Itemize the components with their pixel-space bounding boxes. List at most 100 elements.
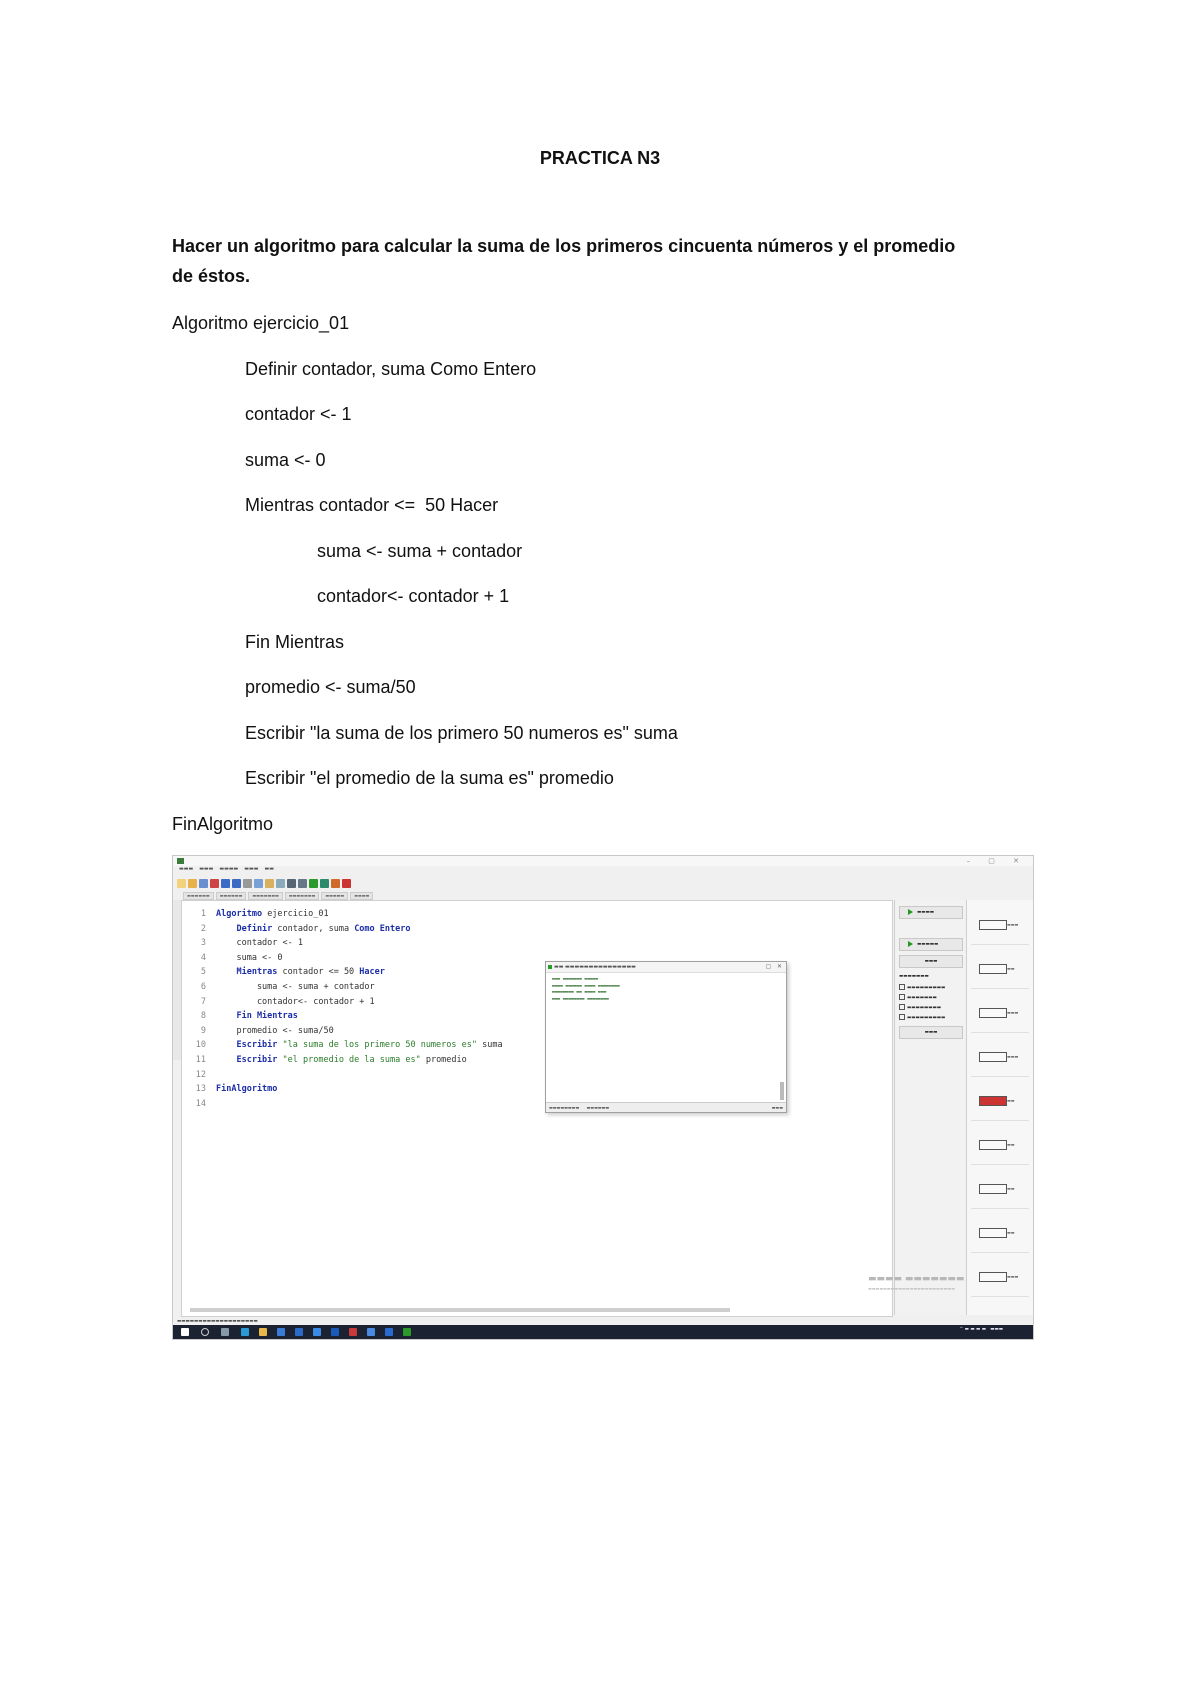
replace-icon — [298, 878, 307, 888]
code-line: 8 Fin Mientras — [188, 1009, 503, 1024]
command-shape-icon — [979, 1008, 1007, 1018]
run-icon — [309, 878, 318, 888]
footer-tab: ▬▬▬▬▬▬ — [586, 1105, 610, 1110]
command-shape-icon — [979, 1184, 1007, 1194]
line-number: 3 — [200, 938, 206, 949]
code-line: 10 Escribir "la suma de los primero 50 n… — [188, 1038, 503, 1053]
execution-window-footer: ▬▬▬▬▬▬▬▬ ▬▬▬▬▬▬ ▬▬▬ — [546, 1102, 786, 1112]
command-label: ▬▬ — [1007, 966, 1015, 971]
editor-tab: ▬▬▬▬▬ — [321, 892, 349, 900]
editor-tab: ▬▬▬▬▬▬ — [215, 892, 247, 900]
algorithm-line-init-sum: suma <- 0 — [245, 450, 326, 470]
line-number: 11 — [195, 1054, 206, 1065]
algorithm-line-write-sum: Escribir "la suma de los primero 50 nume… — [245, 723, 678, 743]
panel-option: ▬▬▬▬▬▬▬ — [899, 974, 929, 979]
code-token: "el promedio de la suma es" — [282, 1054, 426, 1065]
code-line: 14 — [188, 1097, 503, 1112]
command-shape-icon — [979, 920, 1007, 930]
code-line: 6 suma <- suma + contador — [188, 980, 503, 995]
code-line: 2 Definir contador, suma Como Entero — [188, 922, 503, 937]
command-label: ▬▬ — [1007, 1186, 1015, 1191]
vertical-scrollbar — [780, 1082, 784, 1100]
panel-option: ▬▬▬▬▬▬▬▬▬ — [899, 1014, 945, 1021]
paste-icon — [265, 878, 274, 888]
execution-output: ▬▬▬ ▬▬▬▬▬▬▬ ▬▬▬▬▬ ▬▬▬▬ ▬▬▬▬▬▬ ▬▬▬▬ ▬▬▬▬▬… — [552, 977, 620, 1002]
algorithm-line-end-while: Fin Mientras — [245, 632, 345, 652]
command-item: ▬▬▬ — [971, 1038, 1029, 1077]
app-icon — [385, 1328, 393, 1336]
code-token: suma <- 0 — [216, 952, 283, 963]
code-token: Mientras — [216, 967, 283, 978]
code-line: 7 contador<- contador + 1 — [188, 995, 503, 1010]
command-label: ▬▬▬ — [1007, 1274, 1019, 1279]
code-token: promedio <- suma/50 — [216, 1025, 334, 1036]
line-number: 9 — [200, 1025, 206, 1036]
editor-tab: ▬▬▬▬▬▬▬ — [284, 892, 320, 900]
menu-item: ▬▬ — [264, 866, 274, 872]
ide-menubar: ▬▬▬ ▬▬▬ ▬▬▬▬ ▬▬▬ ▬▬ — [173, 866, 1033, 875]
execution-window: ▬▬ ▬▬▬▬▬▬▬▬▬▬▬▬▬▬▬ ▢ ✕ ▬▬▬ ▬▬▬▬▬▬▬ ▬▬▬▬▬… — [545, 961, 787, 1113]
panel-button: ▬▬▬ — [899, 955, 963, 968]
code-token: contador, suma — [277, 923, 355, 934]
undo-icon — [221, 878, 230, 888]
system-tray: ^ ▬ ▬ ▬ ▬ ▬▬▬ — [959, 1327, 1003, 1332]
command-label: ▬▬ — [1007, 1142, 1015, 1147]
os-taskbar: ^ ▬ ▬ ▬ ▬ ▬▬▬ — [173, 1325, 1033, 1339]
commands-panel: ▬▬▬ ▬▬ ▬▬▬ ▬▬▬ ▬▬ ▬▬ ▬▬ ▬▬ ▬▬▬ — [966, 900, 1033, 1315]
footer-button: ▬▬▬ — [771, 1105, 783, 1110]
panel-option: ▬▬▬▬▬▬▬▬▬ — [899, 984, 945, 991]
search-icon — [287, 878, 296, 888]
command-item: ▬▬ — [971, 1214, 1029, 1253]
menu-item: ▬▬▬ — [199, 866, 214, 872]
page-title: PRACTICA N3 — [539, 148, 661, 168]
command-label: ▬▬▬ — [1007, 1054, 1019, 1059]
run-indicator-icon — [548, 965, 552, 969]
app-icon — [177, 858, 184, 864]
code-line: 11 Escribir "el promedio de la suma es" … — [188, 1053, 503, 1068]
app-icon — [313, 1328, 321, 1336]
statement-line-2: de éstos. — [172, 266, 251, 286]
ide-screenshot: – ▢ ✕ ▬▬▬ ▬▬▬ ▬▬▬▬ ▬▬▬ ▬▬ ▬▬▬▬▬▬ ▬▬▬▬▬▬ ▬▬▬▬… — [172, 855, 1034, 1340]
execution-window-header: ▬▬ ▬▬▬▬▬▬▬▬▬▬▬▬▬▬▬ ▢ ✕ — [546, 962, 786, 973]
edge-icon — [241, 1328, 249, 1336]
print-icon — [210, 878, 219, 888]
code-line: 13 FinAlgoritmo — [188, 1082, 503, 1097]
statement-line-1: Hacer un algoritmo para calcular la suma… — [172, 236, 956, 256]
code-token: "la suma de los primero 50 numeros es" — [282, 1040, 483, 1051]
command-label: ▬▬ — [1007, 1098, 1015, 1103]
command-item: ▬▬▬ — [971, 1258, 1029, 1297]
algorithm-line-write-average: Escribir "el promedio de la suma es" pro… — [245, 768, 614, 788]
command-shape-icon — [979, 1228, 1007, 1238]
line-number: 4 — [200, 952, 206, 963]
code-token: suma <- suma + contador — [216, 981, 375, 992]
code-token: Algoritmo — [216, 909, 268, 919]
code-token: Fin Mientras — [216, 1011, 298, 1022]
line-number: 10 — [195, 1040, 206, 1051]
line-number: 2 — [200, 923, 206, 934]
cut-icon — [243, 878, 252, 888]
line-number: 13 — [195, 1084, 206, 1095]
code-token: suma — [482, 1040, 503, 1051]
editor-tab: ▬▬▬▬ — [350, 892, 374, 900]
start-icon — [181, 1328, 189, 1336]
panel-button: ▬▬▬ — [899, 1026, 963, 1039]
command-label: ▬▬ — [1007, 1230, 1015, 1235]
editor-tab: ▬▬▬▬▬▬▬ — [248, 892, 283, 900]
save-icon — [199, 878, 208, 888]
new-file-icon — [177, 878, 186, 888]
play-icon — [908, 940, 913, 947]
command-label: ▬▬▬ — [1007, 1010, 1019, 1015]
horizontal-scrollbar — [190, 1308, 730, 1312]
command-item: ▬▬▬ — [971, 906, 1029, 945]
command-shape-icon — [979, 1140, 1007, 1150]
code-line: 5 Mientras contador <= 50 Hacer — [188, 965, 503, 980]
command-item: ▬▬ — [971, 950, 1029, 989]
menu-item: ▬▬▬ — [244, 866, 259, 872]
code-token: contador <= 50 — [282, 967, 360, 978]
algorithm-line-add: suma <- suma + contador — [317, 541, 523, 561]
ide-titlebar: – ▢ ✕ — [173, 856, 1033, 866]
app-icon — [367, 1328, 375, 1336]
algorithm-line-average: promedio <- suma/50 — [245, 677, 416, 697]
line-number: 7 — [200, 996, 206, 1007]
algorithm-line-init-counter: contador <- 1 — [245, 404, 352, 424]
